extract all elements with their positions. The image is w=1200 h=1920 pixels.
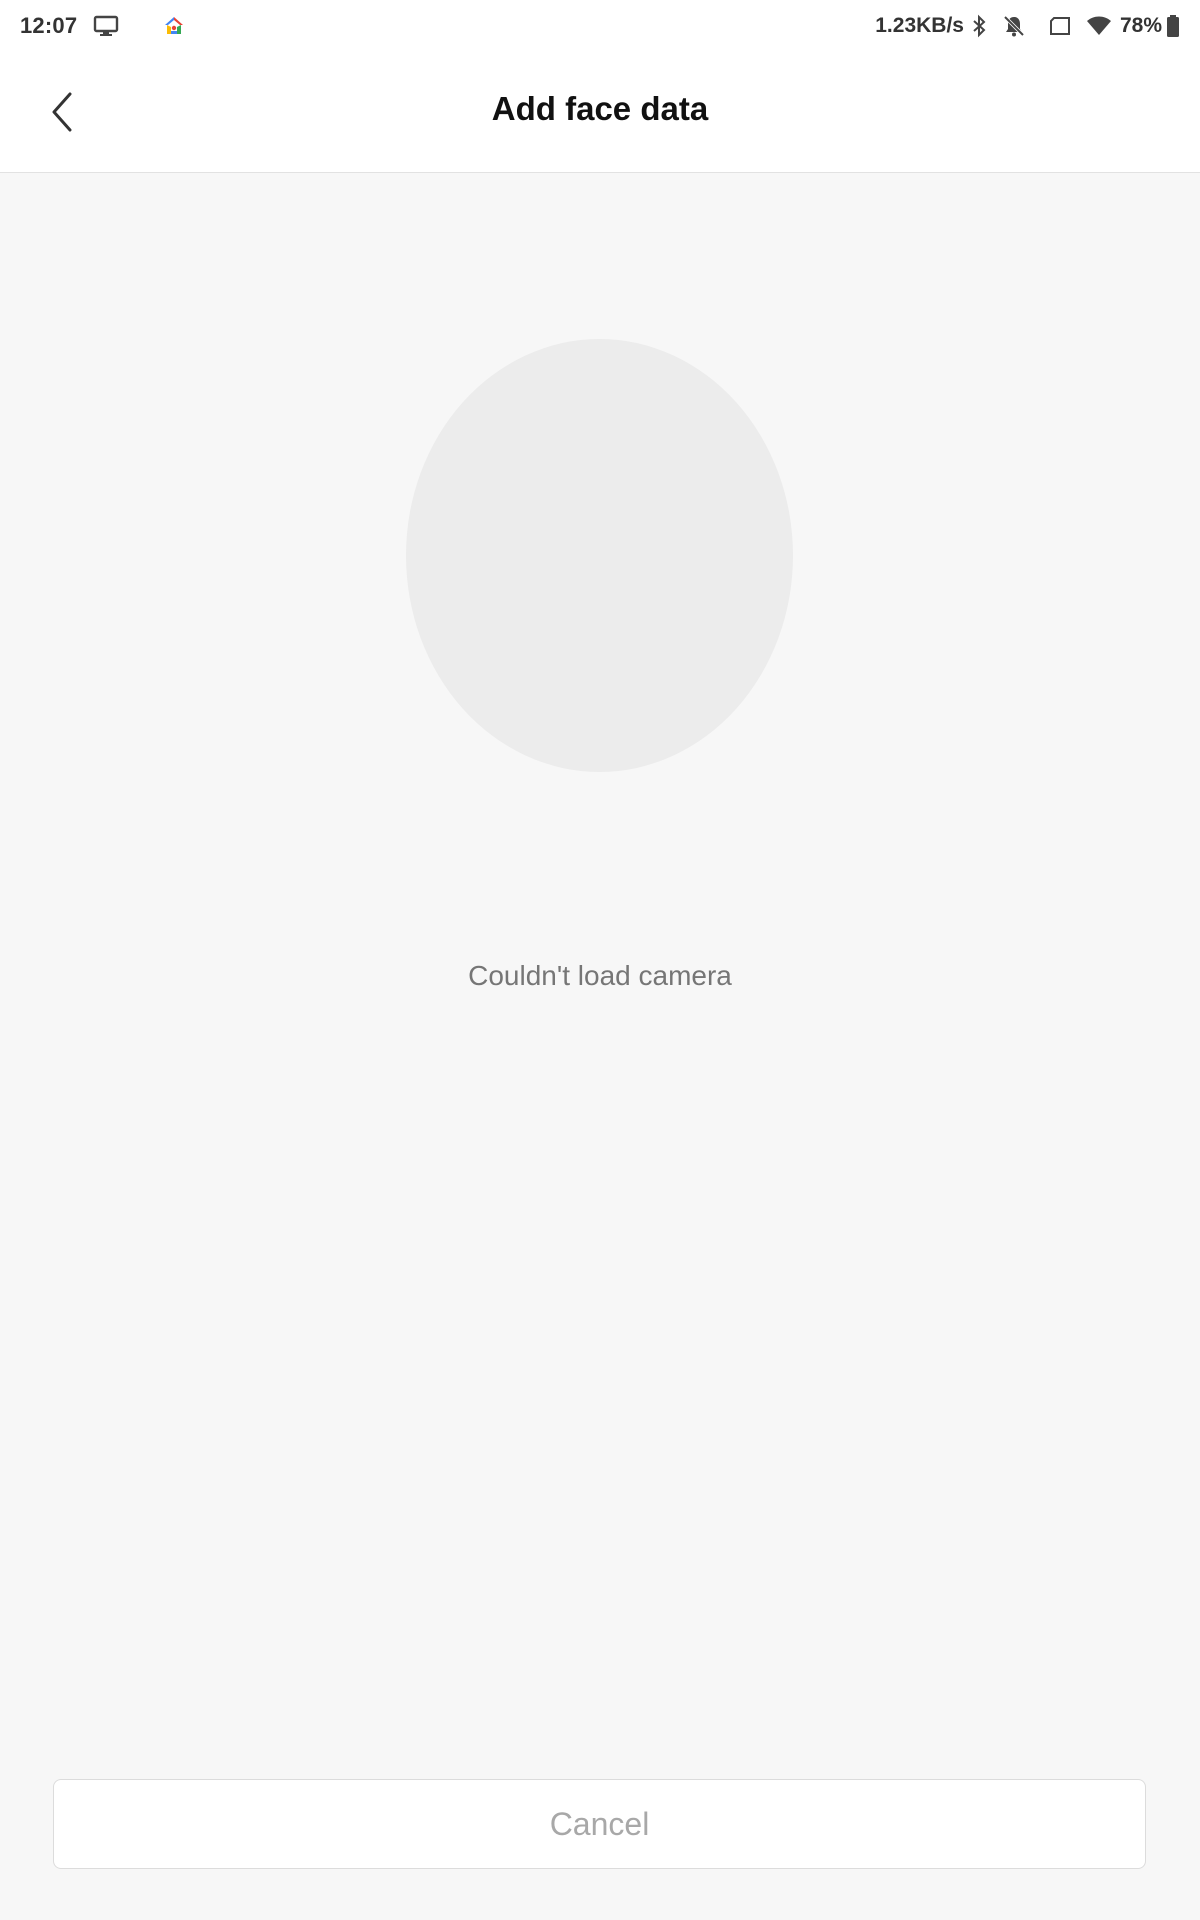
camera-preview-oval — [406, 339, 793, 772]
bluetooth-icon — [972, 14, 986, 38]
google-home-icon — [163, 15, 185, 37]
battery-percentage: 78% — [1119, 14, 1162, 37]
app-bar: Add face data — [0, 52, 1200, 173]
page-title: Add face data — [491, 90, 709, 127]
status-bar: 12:07 1.23KB/s 78% — [0, 0, 1200, 52]
screen-cast-icon — [93, 15, 119, 37]
status-time: 12:07 — [20, 13, 78, 38]
cancel-button[interactable]: Cancel — [53, 1779, 1146, 1869]
notifications-off-icon — [1002, 14, 1026, 38]
status-left: 12:07 — [20, 0, 185, 52]
camera-error-message: Couldn't load camera — [468, 960, 732, 991]
battery-icon — [1166, 14, 1180, 38]
status-right: 1.23KB/s 78% — [875, 0, 1180, 52]
wifi-icon — [1086, 16, 1112, 36]
face-enroll-screen: 12:07 1.23KB/s 78% Add face data Couldn'… — [0, 0, 1200, 1920]
tablet-icon — [1048, 15, 1072, 37]
network-speed: 1.23KB/s — [875, 14, 964, 37]
